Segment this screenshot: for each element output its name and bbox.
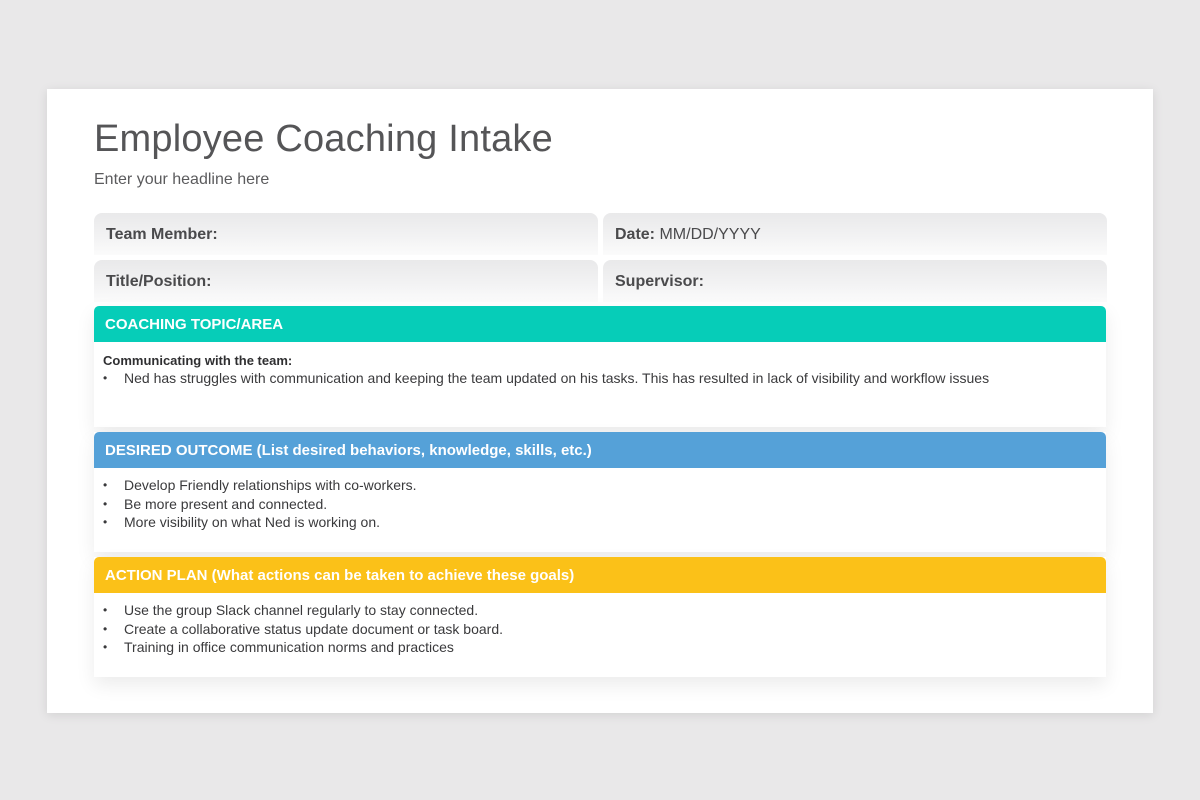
- action-plan-body[interactable]: Use the group Slack channel regularly to…: [94, 593, 1106, 657]
- desired-outcome-section: DESIRED OUTCOME (List desired behaviors,…: [94, 432, 1106, 552]
- supervisor-label: Supervisor:: [615, 273, 704, 290]
- supervisor-field[interactable]: Supervisor:: [603, 260, 1107, 302]
- page-title: Employee Coaching Intake: [94, 118, 553, 160]
- desired-outcome-header: DESIRED OUTCOME (List desired behaviors,…: [94, 432, 1106, 468]
- title-position-field[interactable]: Title/Position:: [94, 260, 598, 302]
- list-item: Use the group Slack channel regularly to…: [103, 601, 1097, 620]
- action-plan-section: ACTION PLAN (What actions can be taken t…: [94, 557, 1106, 677]
- date-label: Date:: [615, 226, 656, 243]
- outcome-list: Develop Friendly relationships with co-w…: [103, 476, 1097, 532]
- action-list: Use the group Slack channel regularly to…: [103, 601, 1097, 657]
- list-item: Create a collaborative status update doc…: [103, 620, 1097, 639]
- desired-outcome-body[interactable]: Develop Friendly relationships with co-w…: [94, 468, 1106, 532]
- list-item: Training in office communication norms a…: [103, 638, 1097, 657]
- coaching-topic-body[interactable]: Communicating with the team: Ned has str…: [94, 342, 1106, 388]
- date-field[interactable]: Date: MM/DD/YYYY: [603, 213, 1107, 255]
- action-plan-header: ACTION PLAN (What actions can be taken t…: [94, 557, 1106, 593]
- list-item: Be more present and connected.: [103, 495, 1097, 514]
- topic-heading: Communicating with the team:: [103, 353, 293, 368]
- coaching-topic-header: COACHING TOPIC/AREA: [94, 306, 1106, 342]
- title-position-label: Title/Position:: [106, 273, 212, 290]
- date-value: MM/DD/YYYY: [659, 226, 761, 243]
- list-item: Develop Friendly relationships with co-w…: [103, 476, 1097, 495]
- team-member-label: Team Member:: [106, 226, 218, 243]
- topic-list: Ned has struggles with communication and…: [103, 369, 1097, 388]
- list-item: Ned has struggles with communication and…: [103, 369, 1097, 388]
- team-member-field[interactable]: Team Member:: [94, 213, 598, 255]
- page-subtitle: Enter your headline here: [94, 171, 270, 188]
- list-item: More visibility on what Ned is working o…: [103, 513, 1097, 532]
- coaching-topic-section: COACHING TOPIC/AREA Communicating with t…: [94, 306, 1106, 427]
- coaching-intake-slide: Employee Coaching Intake Enter your head…: [47, 89, 1153, 713]
